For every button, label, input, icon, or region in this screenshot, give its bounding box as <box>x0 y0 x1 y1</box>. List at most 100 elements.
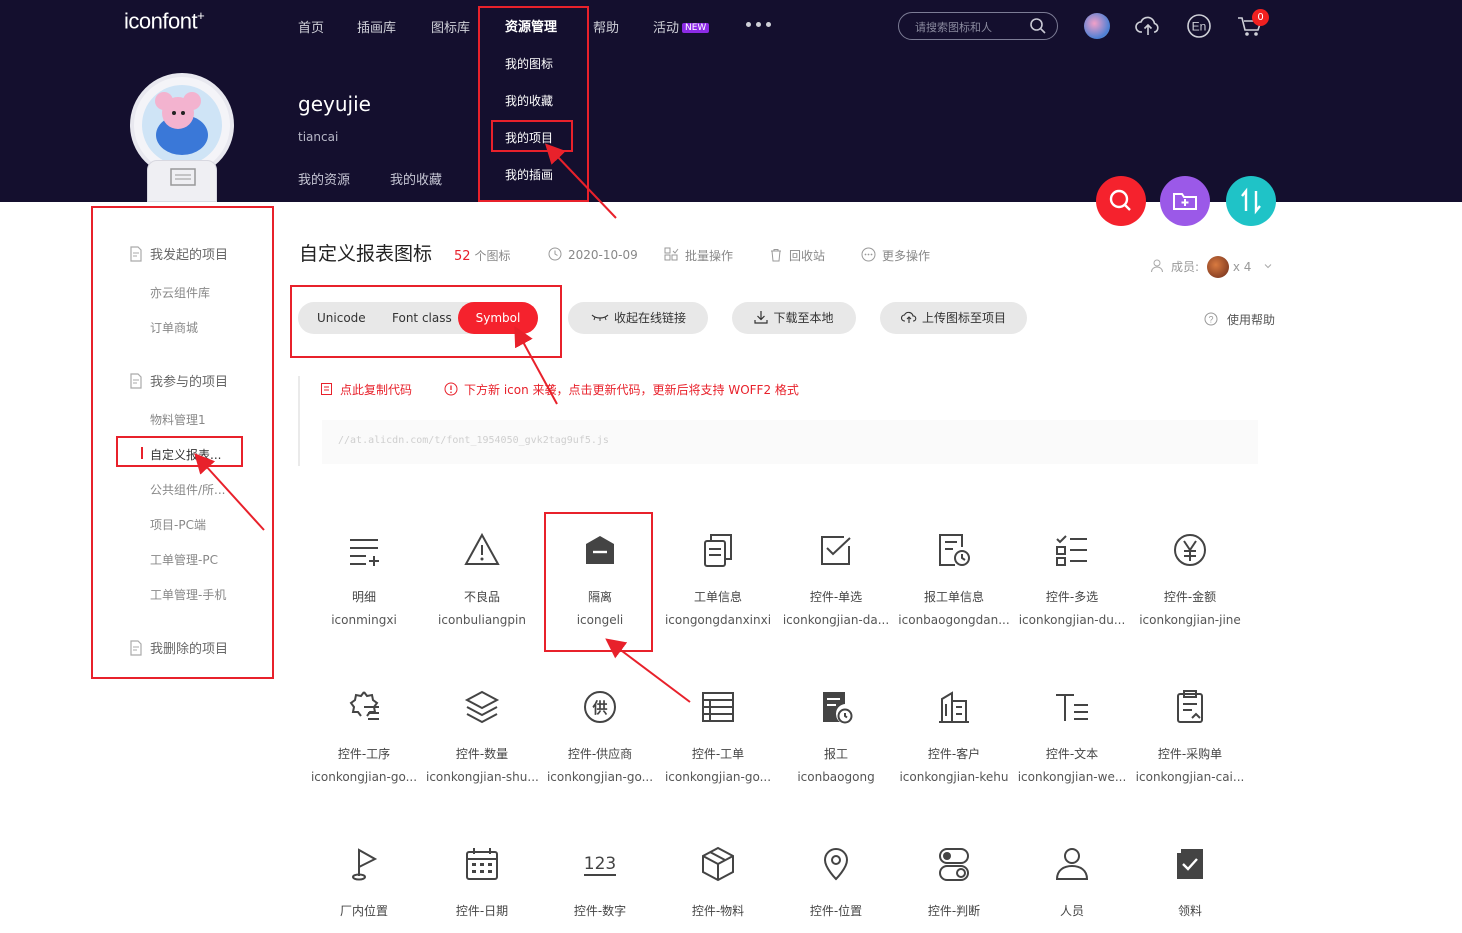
icon-card[interactable]: 控件-位置 <box>780 844 892 927</box>
download-local-button[interactable]: 下载至本地 <box>732 302 856 334</box>
fab-add-folder-button[interactable] <box>1160 176 1210 226</box>
icon-code: iconkongjian-kehu <box>899 770 1009 784</box>
icon-card[interactable]: 控件-客户 iconkongjian-kehu <box>898 687 1010 784</box>
tab-my-resources[interactable]: 我的资源 <box>298 169 350 188</box>
upload-cloud-icon[interactable] <box>1134 12 1162 40</box>
batch-operation-button[interactable]: 批量操作 <box>664 247 733 264</box>
recycle-bin-button[interactable]: 回收站 <box>769 247 825 264</box>
project-members[interactable]: 成员: x 4 <box>1150 256 1273 278</box>
user-avatar-small[interactable] <box>1084 13 1110 39</box>
icon-card[interactable]: 123 控件-数字 <box>544 844 656 927</box>
toggle-icon <box>939 848 969 881</box>
nav-resource-management[interactable]: 资源管理 <box>505 16 557 35</box>
dropdown-my-projects[interactable]: 我的项目 <box>505 129 553 146</box>
icon-card[interactable]: 控件-日期 <box>426 844 538 927</box>
sidebar-group-joined[interactable]: 我参与的项目 <box>128 371 228 390</box>
member-avatar[interactable] <box>1206 256 1229 278</box>
icon-name: 控件-采购单 <box>1157 747 1223 761</box>
flag-icon <box>352 848 378 881</box>
icon-name: 控件-工序 <box>337 747 391 761</box>
icon-card[interactable]: 厂内位置 <box>308 844 420 927</box>
trash-icon <box>771 249 781 262</box>
icon-name: 领料 <box>1177 904 1202 918</box>
icon-name: 控件-物料 <box>691 904 745 918</box>
copy-code-link[interactable]: 点此复制代码 <box>320 381 412 398</box>
nav-illustrations[interactable]: 插画库 <box>357 17 396 36</box>
icon-code: icongongdanxinxi <box>664 613 772 627</box>
dropdown-my-favorites[interactable]: 我的收藏 <box>505 92 553 109</box>
icon-card[interactable]: 控件-多选 iconkongjian-du... <box>1016 530 1128 627</box>
tab-font-class[interactable]: Font class <box>392 311 452 325</box>
nav-icon-library[interactable]: 图标库 <box>431 17 470 36</box>
dropdown-my-icons[interactable]: 我的图标 <box>505 55 553 72</box>
icon-card[interactable]: 工单信息 icongongdanxinxi <box>662 530 774 627</box>
upload-icon-button[interactable]: 上传图标至项目 <box>880 302 1027 334</box>
icon-card[interactable]: 报工 iconbaogong <box>780 687 892 784</box>
sidebar-item-yiyun[interactable]: 亦云组件库 <box>150 284 210 301</box>
icon-card[interactable]: 供控件-供应商 iconkongjian-go... <box>544 687 656 784</box>
nav-help[interactable]: 帮助 <box>593 17 619 36</box>
more-operations-button[interactable]: 更多操作 <box>861 247 930 264</box>
search-icon <box>1109 189 1131 211</box>
icon-card[interactable]: 明细 iconmingxi <box>308 530 420 627</box>
icon-code: iconbuliangpin <box>438 613 526 627</box>
check-doc-icon <box>1177 849 1203 879</box>
update-code-notice[interactable]: 下方新 icon 来袭，点击更新代码，更新后将支持 WOFF2 格式 <box>444 381 799 398</box>
copy-icon <box>321 383 332 395</box>
sidebar-group-deleted[interactable]: 我删除的项目 <box>128 638 228 657</box>
language-en-icon[interactable]: En <box>1186 12 1214 40</box>
more-nav-icon[interactable] <box>746 22 771 27</box>
symbol-code-url[interactable]: //at.alicdn.com/t/font_1954050_gvk2tag9u… <box>322 420 1258 464</box>
icon-card[interactable]: 控件-数量 iconkongjian-shu... <box>426 687 538 784</box>
sidebar-item-custom-report[interactable]: 自定义报表... <box>150 446 221 463</box>
icon-card[interactable]: 人员 <box>1016 844 1128 927</box>
icon-name: 控件-单选 <box>809 590 863 604</box>
icon-card[interactable]: 控件-采购单 iconkongjian-cai... <box>1134 687 1246 784</box>
icon-card[interactable]: 控件-工序 iconkongjian-go... <box>308 687 420 784</box>
sidebar-item-project-pc[interactable]: 项目-PC端 <box>150 516 206 533</box>
search-input[interactable]: 请搜索图标和人 <box>898 12 1058 40</box>
sidebar-group-created[interactable]: 我发起的项目 <box>128 244 228 263</box>
tab-unicode[interactable]: Unicode <box>317 311 366 325</box>
more-circle-icon <box>861 247 876 262</box>
icon-name: 控件-数量 <box>455 747 509 761</box>
nav-activity[interactable]: 活动 NEW <box>653 17 710 36</box>
icon-card[interactable]: 控件-金额 iconkongjian-jine <box>1134 530 1246 627</box>
sidebar-item-workorder-pc[interactable]: 工单管理-PC <box>150 551 218 568</box>
icon-card[interactable]: 领料 <box>1134 844 1246 927</box>
icon-name: 明细 <box>351 590 376 604</box>
icon-name: 控件-多选 <box>1045 590 1099 604</box>
dropdown-my-illustrations[interactable]: 我的插画 <box>505 166 553 183</box>
icon-code: iconkongjian-jine <box>1139 613 1241 627</box>
icon-card[interactable]: 控件-判断 <box>898 844 1010 927</box>
search-icon[interactable] <box>1029 17 1047 35</box>
chevron-down-icon[interactable] <box>1263 261 1273 271</box>
icon-card[interactable]: 控件-工单 iconkongjian-go... <box>662 687 774 784</box>
sidebar-item-common-components[interactable]: 公共组件/所... <box>150 481 226 498</box>
icon-card[interactable]: 不良品 iconbuliangpin <box>426 530 538 627</box>
icon-card[interactable]: 隔离 icongeli <box>544 530 656 627</box>
icon-card[interactable]: 控件-文本 iconkongjian-we... <box>1016 687 1128 784</box>
icon-name: 控件-工单 <box>691 747 745 761</box>
multi-check-icon <box>1056 535 1087 566</box>
sidebar-item-material[interactable]: 物料管理1 <box>150 411 206 428</box>
warning-circle-icon <box>444 382 458 396</box>
building-icon <box>939 691 969 723</box>
sidebar-item-order-mall[interactable]: 订单商城 <box>150 319 198 336</box>
tab-symbol[interactable]: Symbol <box>458 302 538 334</box>
icon-card[interactable]: 报工单信息 iconbaogongdan... <box>898 530 1010 627</box>
fab-sort-button[interactable] <box>1226 176 1276 226</box>
icon-card[interactable]: 控件-物料 <box>662 844 774 927</box>
usage-help-link[interactable]: ? 使用帮助 <box>1204 311 1275 328</box>
sidebar-item-workorder-mobile[interactable]: 工单管理-手机 <box>150 586 226 603</box>
icon-card[interactable]: 控件-单选 iconkongjian-da... <box>780 530 892 627</box>
iconfont-logo[interactable]: iconfont+ <box>124 8 205 34</box>
icon-code: iconkongjian-go... <box>664 770 772 784</box>
tab-my-favorites[interactable]: 我的收藏 <box>390 169 442 188</box>
fab-search-button[interactable] <box>1096 176 1146 226</box>
icon-name: 控件-数字 <box>573 904 627 918</box>
isolation-icon <box>586 536 614 564</box>
code-section-border <box>298 376 300 466</box>
nav-home[interactable]: 首页 <box>298 17 324 36</box>
collapse-online-link-button[interactable]: 收起在线链接 <box>568 302 708 334</box>
